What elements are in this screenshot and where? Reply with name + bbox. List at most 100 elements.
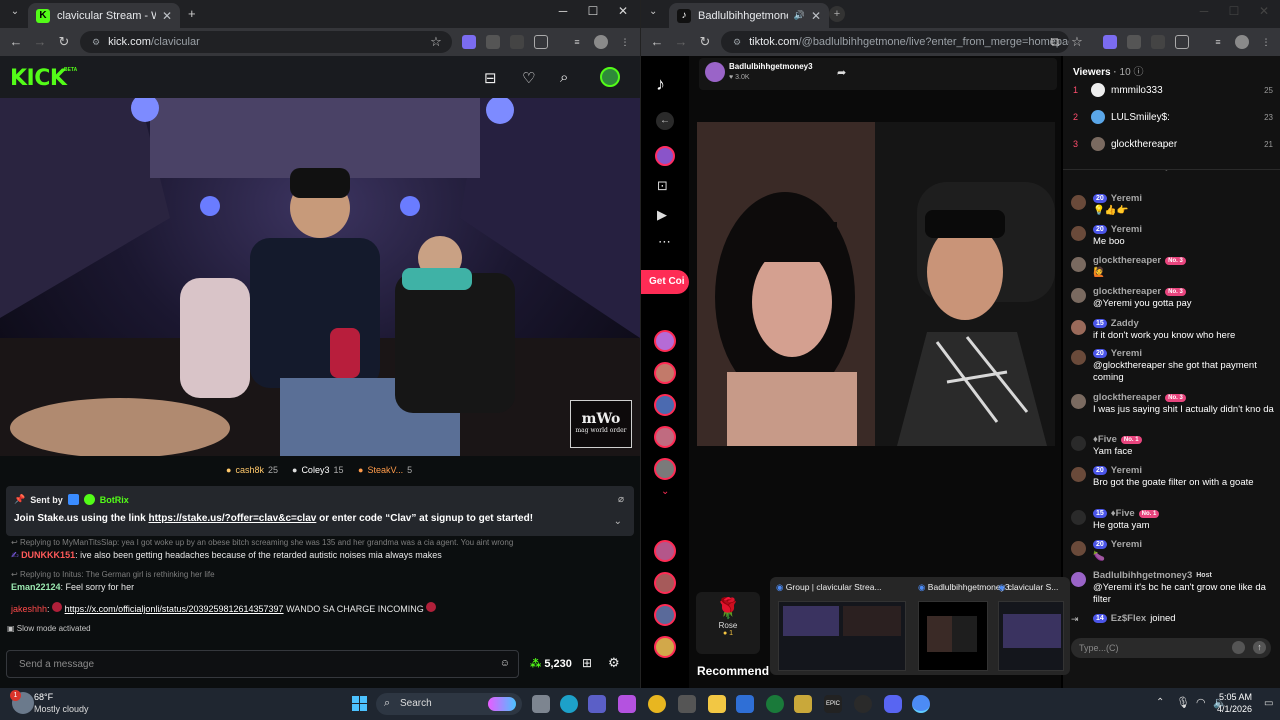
extension-2-icon[interactable] [1127,35,1141,49]
live-avatar[interactable] [654,572,676,594]
extension-3-icon[interactable] [1151,35,1165,49]
send-message-input[interactable]: Send a message ☺ [6,650,519,678]
chat-avatar[interactable] [1071,350,1086,365]
chat-avatar[interactable] [1071,195,1086,210]
chat-username[interactable]: glockthereaper [1093,392,1161,403]
chat-username[interactable]: Yeremi [1111,539,1142,550]
chat-username[interactable]: Yeremi [1111,193,1142,204]
live-avatar[interactable] [654,330,676,352]
gifter-item[interactable]: ● SteakV... 5 [358,465,412,475]
chat-username[interactable]: Badlulbihhgetmoney3 [1093,570,1192,581]
tiktok-logo-icon[interactable]: ♪ [656,74,665,95]
host-name[interactable]: Badlulbihhgetmoney3 [729,62,813,71]
preview-thumbnail[interactable] [998,601,1064,671]
live-avatar[interactable] [654,458,676,480]
rail-video-icon[interactable]: ⊡ [657,178,668,194]
back-icon[interactable]: ← [8,34,24,49]
preview-item[interactable]: ◉ Group | clavicular Strea... [776,582,882,593]
live-avatar[interactable] [654,540,676,562]
teams-icon[interactable] [588,695,606,713]
close-window-button[interactable]: ✕ [608,4,638,18]
site-info-icon[interactable]: ⚙ [733,37,741,48]
extensions-puzzle-icon[interactable] [1175,35,1189,49]
live-avatar[interactable] [654,604,676,626]
tab-kick[interactable]: K clavicular Stream - Watch Live o ✕ [28,3,180,28]
chat-avatar[interactable] [1071,572,1086,587]
expand-chevron-icon[interactable]: ⌄ [614,516,622,527]
new-tab-button[interactable]: + [829,6,845,22]
microphone-icon[interactable]: 🎙 [1176,696,1190,709]
chat-reply-context[interactable]: ↩ Replying to MyManTitsSlap: yea I got w… [11,538,513,547]
kick-logo[interactable]: KICK [10,66,67,91]
browser-menu-icon[interactable]: ⋮ [1259,35,1273,49]
chat-username[interactable]: Eman22124 [11,582,61,592]
chat-avatar[interactable] [1071,541,1086,556]
chat-avatar[interactable] [1071,320,1086,335]
extensions-puzzle-icon[interactable] [534,35,548,49]
heart-icon[interactable]: ♡ [522,69,535,87]
search-icon[interactable]: ⌕ [560,69,568,86]
chat-avatar[interactable] [1071,436,1086,451]
chat-username[interactable]: glockthereaper [1093,255,1161,266]
clock-date[interactable]: 4/1/2026 [1208,704,1252,714]
tab-audio-icon[interactable]: 🔊 [794,10,805,21]
profile-avatar[interactable] [1235,35,1249,49]
extension-3-icon[interactable] [510,35,524,49]
live-avatar[interactable] [654,426,676,448]
rail-avatar[interactable] [655,146,675,166]
live-avatar[interactable] [654,394,676,416]
forward-icon[interactable]: → [673,34,689,49]
tab-tiktok[interactable]: ♪ Badlulbihhgetmoney3 (@b 🔊 ✕ [669,3,829,28]
unpin-icon[interactable]: ⌀ [618,494,624,505]
tiktok-chat-input[interactable]: Type...(C) ↑ [1071,638,1271,658]
minimize-button[interactable]: ─ [548,4,578,18]
chrome-active-icon[interactable] [912,695,930,713]
share-icon[interactable]: ➦ [837,66,846,79]
chat-username[interactable]: Ez$Flex [1111,613,1146,624]
open-in-app-icon[interactable]: ⧉ [1047,34,1063,50]
reading-list-icon[interactable]: ≡ [570,35,584,49]
live-avatar[interactable] [654,362,676,384]
chat-avatar[interactable] [1071,226,1086,241]
chat-avatar[interactable] [1071,288,1086,303]
close-window-button[interactable]: ✕ [1249,4,1279,18]
weather-temp[interactable]: 68°F [34,692,53,702]
rail-expand-chevron-icon[interactable]: ⌄ [661,486,669,497]
taskbar-search[interactable]: ⌕ Search [376,693,522,715]
top-viewer-row[interactable]: 2 LULSmiiley$: 23 [1073,109,1273,125]
tray-overflow-icon[interactable]: ⌃ [1156,697,1164,708]
channel-points[interactable]: ⁂ 5,230 [530,657,572,670]
tiktok-video-player[interactable] [697,122,1055,446]
top-viewer-row[interactable]: 1 mmmilo333 25 [1073,82,1273,98]
app-c-icon[interactable] [736,695,754,713]
chat-username[interactable]: DUNKKK151 [21,550,75,560]
app-photo-icon[interactable] [794,695,812,713]
bookmark-star-icon[interactable]: ☆ [1069,34,1085,50]
user-avatar[interactable] [600,67,620,87]
gift-sub-icon[interactable]: ⊞ [582,656,592,670]
chat-settings-gear-icon[interactable]: ⚙ [608,655,620,671]
preview-thumbnail[interactable] [778,601,906,671]
chat-username[interactable]: Zaddy [1111,318,1139,329]
back-icon[interactable]: ← [649,34,665,49]
tab-search-icon[interactable]: ⌄ [8,6,22,20]
reading-list-icon[interactable]: ≡ [1211,35,1225,49]
pinned-link[interactable]: https://stake.us/?offer=clav&c=clav [148,513,316,524]
chat-username[interactable]: Yeremi [1111,348,1142,359]
extension-1-icon[interactable] [1103,35,1117,49]
close-tab-icon[interactable]: ✕ [162,9,172,23]
chat-avatar[interactable] [1071,510,1086,525]
profile-avatar[interactable] [594,35,608,49]
close-tab-icon[interactable]: ✕ [811,9,821,23]
gift-rose[interactable]: 🌹 Rose ● 1 [696,592,760,654]
preview-thumbnail[interactable] [918,601,988,671]
extension-2-icon[interactable] [486,35,500,49]
browser-menu-icon[interactable]: ⋮ [618,35,632,49]
chat-reply-context[interactable]: ↩ Replying to Initus: The German girl is… [11,570,215,579]
kick-video-player[interactable]: mWo mag world order [0,98,640,456]
maximize-button[interactable]: ☐ [1219,4,1249,18]
chat-username[interactable]: glockthereaper [1093,286,1161,297]
emoji-icon[interactable]: ☺ [500,658,510,669]
live-avatar[interactable] [654,636,676,658]
tab-search-icon[interactable]: ⌄ [649,6,657,17]
